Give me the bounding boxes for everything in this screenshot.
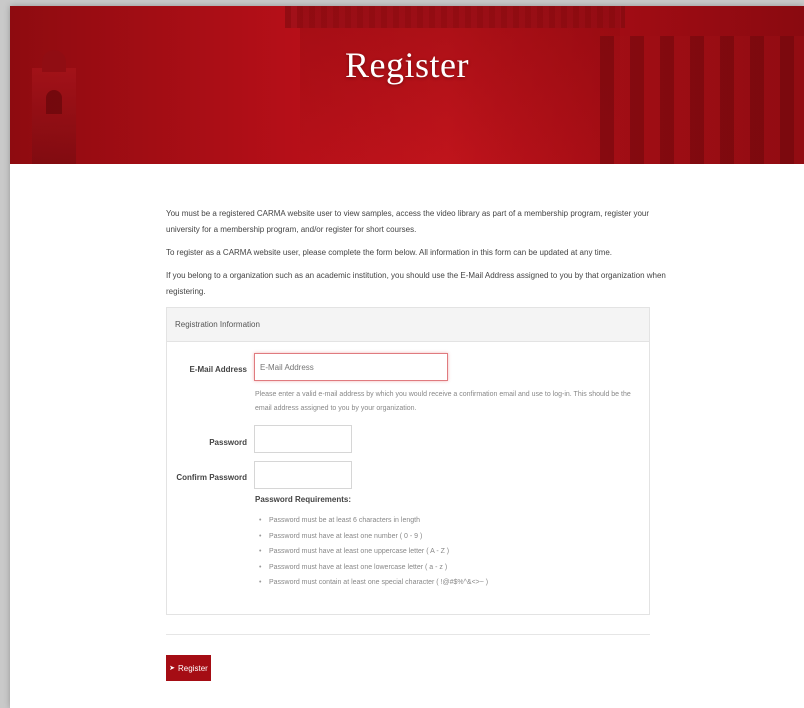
email-field[interactable] <box>254 353 448 381</box>
requirement-item: Password must have at least one lowercas… <box>259 560 488 576</box>
sign-in-icon: ➤ <box>169 665 176 672</box>
intro-paragraph-2: To register as a CARMA website user, ple… <box>166 248 612 257</box>
requirement-item: Password must contain at least one speci… <box>259 575 488 591</box>
register-button[interactable]: ➤ Register <box>166 655 211 681</box>
register-button-label: Register <box>178 663 208 673</box>
password-requirements-title: Password Requirements: <box>255 495 352 504</box>
requirement-item: Password must have at least one number (… <box>259 529 488 545</box>
password-label: Password <box>209 438 247 447</box>
password-requirements-list: Password must be at least 6 characters i… <box>259 513 488 591</box>
panel-title: Registration Information <box>167 308 649 342</box>
confirm-password-label: Confirm Password <box>176 473 247 482</box>
intro-paragraph-3: If you belong to a organization such as … <box>166 271 666 296</box>
intro-text: You must be a registered CARMA website u… <box>166 206 666 307</box>
page-title: Register <box>345 45 469 85</box>
form-divider <box>166 634 650 635</box>
email-label: E-Mail Address <box>189 365 248 374</box>
page-frame: Register You must be a registered CARMA … <box>10 6 804 708</box>
confirm-password-field[interactable] <box>254 461 352 489</box>
requirement-item: Password must be at least 6 characters i… <box>259 513 488 529</box>
registration-panel: Registration Information E-Mail Address … <box>166 307 650 615</box>
password-field[interactable] <box>254 425 352 453</box>
hero-banner: Register <box>10 6 804 164</box>
intro-paragraph-1: You must be a registered CARMA website u… <box>166 209 650 234</box>
email-help-text: Please enter a valid e-mail address by w… <box>255 391 631 412</box>
requirement-item: Password must have at least one uppercas… <box>259 544 488 560</box>
